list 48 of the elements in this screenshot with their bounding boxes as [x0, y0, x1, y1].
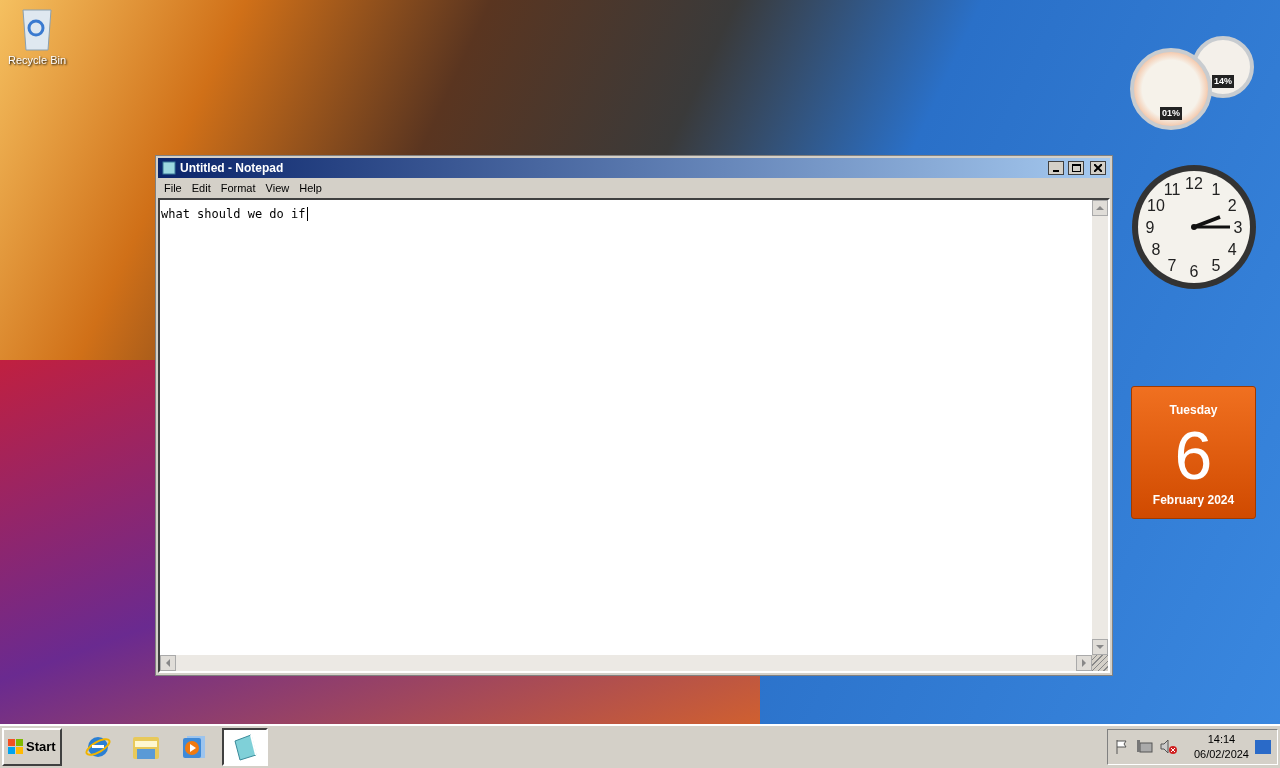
clock-date[interactable]: 06/02/2024: [1193, 747, 1249, 762]
size-grip-icon[interactable]: [1092, 655, 1108, 671]
horizontal-scrollbar[interactable]: [160, 655, 1092, 671]
menu-item[interactable]: File: [160, 179, 186, 197]
clock-numeral: 10: [1147, 197, 1165, 214]
scroll-right-icon[interactable]: [1076, 655, 1092, 671]
flag-icon[interactable]: [1113, 739, 1130, 755]
clock-numeral: 2: [1227, 197, 1237, 214]
clock-hands: [1191, 215, 1230, 230]
scroll-left-icon[interactable]: [160, 655, 176, 671]
clock-numeral: 12: [1185, 175, 1203, 192]
menu-item[interactable]: Edit: [187, 179, 215, 197]
start-button[interactable]: Start: [2, 728, 62, 766]
clock-numeral: 8: [1151, 241, 1161, 258]
clock-numeral: 9: [1145, 219, 1155, 236]
speaker-muted-icon[interactable]: [1159, 739, 1178, 755]
menu-item[interactable]: View: [261, 179, 294, 197]
clock-time[interactable]: 14:14: [1207, 732, 1236, 747]
windows-logo-icon: [8, 739, 24, 755]
menu-item[interactable]: Help: [295, 179, 326, 197]
meter-reading: 14%: [1212, 74, 1234, 88]
taskbar-app-button[interactable]: [221, 728, 268, 766]
document-text: what should we do if: [161, 207, 308, 221]
close-icon: [1094, 164, 1102, 172]
scroll-down-icon[interactable]: [1092, 639, 1108, 655]
calendar-month-year: February 2024: [1152, 492, 1235, 509]
calendar-day: 6: [1174, 419, 1213, 491]
vertical-scrollbar[interactable]: [1092, 200, 1108, 655]
clock-numeral: 7: [1167, 257, 1177, 275]
clock-numeral: 5: [1211, 257, 1221, 275]
recycle-bin-icon[interactable]: [20, 6, 54, 52]
maximize-button[interactable]: [1068, 161, 1084, 175]
clock-numeral: 6: [1189, 263, 1199, 280]
close-button[interactable]: [1090, 161, 1106, 175]
network-icon[interactable]: [1135, 739, 1154, 755]
clock-numeral: 11: [1163, 180, 1181, 198]
notepad-icon: [162, 161, 176, 175]
clock-numeral: 4: [1227, 241, 1237, 258]
meter-reading: 01%: [1160, 106, 1182, 120]
media-player-icon: [180, 733, 207, 761]
minimize-button[interactable]: [1048, 161, 1064, 175]
clock-numeral: 3: [1233, 219, 1243, 236]
text-area[interactable]: what should we do if: [158, 198, 1110, 673]
clock-numeral: 1: [1211, 180, 1221, 198]
menu-item[interactable]: Format: [216, 179, 260, 197]
calendar-weekday: Tuesday: [1169, 402, 1218, 419]
window-title: Untitled - Notepad: [180, 160, 285, 177]
scroll-up-icon[interactable]: [1092, 200, 1108, 216]
